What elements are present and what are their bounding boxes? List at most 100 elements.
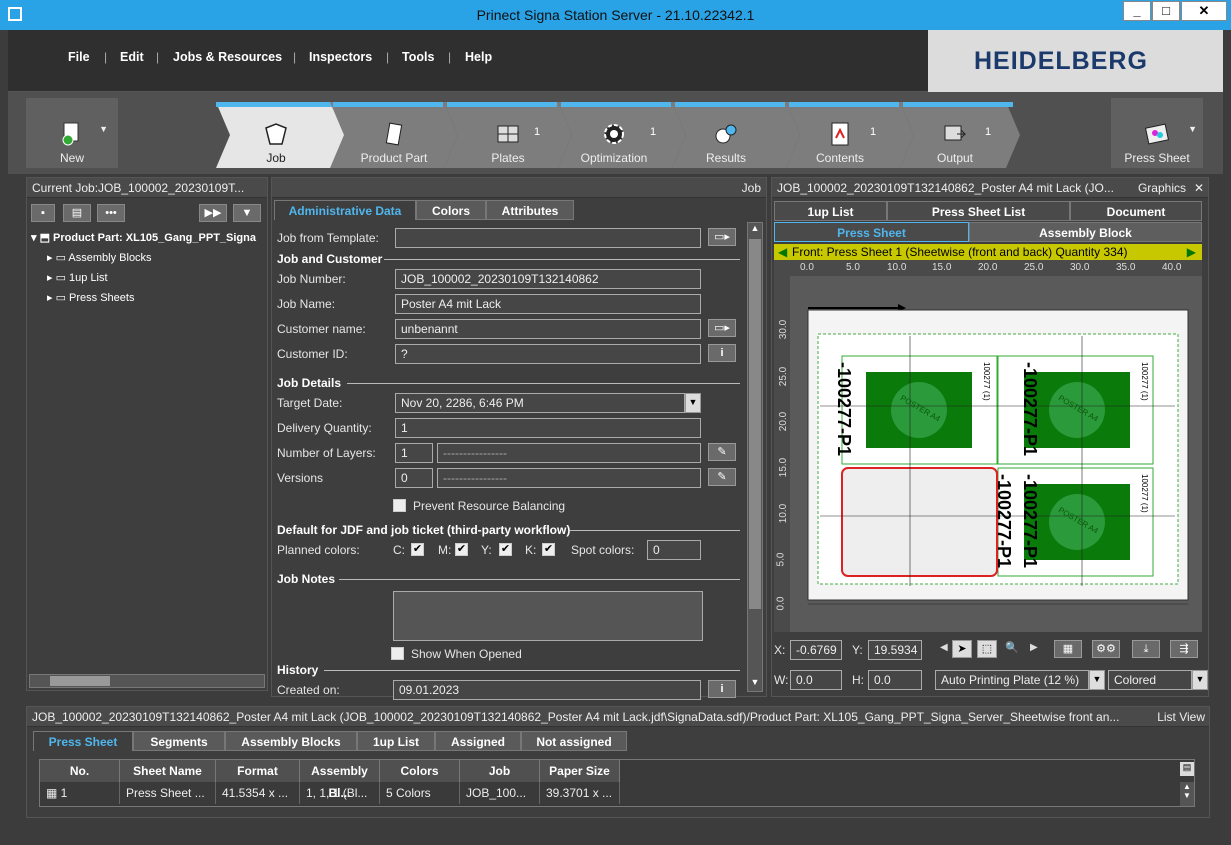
select-box-icon[interactable]: ⬚ — [977, 640, 997, 658]
settings-icon[interactable]: ⚙⚙ — [1092, 640, 1120, 658]
x-coordinate-field[interactable]: -0.6769 — [790, 640, 842, 660]
next-sheet-icon[interactable]: ▶ — [1187, 244, 1196, 260]
black-checkbox[interactable]: ✔ — [542, 543, 555, 556]
tab-assembly-blocks[interactable]: Assembly Blocks — [225, 731, 357, 751]
template-field[interactable] — [395, 228, 701, 248]
printing-plate-select[interactable]: Auto Printing Plate (12 %) — [935, 670, 1089, 690]
tab-colors[interactable]: Colors — [416, 200, 486, 220]
sheet-selector-bar[interactable]: ◀ Front: Press Sheet 1 (Sheetwise (front… — [774, 244, 1202, 260]
fit-view-icon[interactable]: ▦ — [1054, 640, 1082, 658]
color-dropdown-icon[interactable]: ▼ — [1192, 670, 1208, 690]
col-assembly-blocks[interactable]: Assembly Bl... — [300, 760, 380, 800]
job-name-field[interactable]: Poster A4 mit Lack — [395, 294, 701, 314]
customer-browse-icon[interactable]: ▭▸ — [708, 319, 736, 337]
edit-versions-icon[interactable]: ✎ — [708, 468, 736, 486]
cyan-checkbox[interactable]: ✔ — [411, 543, 424, 556]
magenta-checkbox[interactable]: ✔ — [455, 543, 468, 556]
customer-id-field[interactable]: ? — [395, 344, 701, 364]
job-number-field[interactable]: JOB_100002_20230109T132140862 — [395, 269, 701, 289]
sheet-canvas[interactable]: -100277-P1 -100277-P1 -100277-P1 -100277… — [790, 276, 1202, 632]
horizontal-scrollbar[interactable] — [29, 674, 265, 688]
table-row[interactable]: ▦ 1 Press Sheet ... 41.5354 x ... 1, 1, … — [40, 782, 620, 804]
tree-root-product-part[interactable]: ▾ ⬒ Product Part: XL105_Gang_PPT_Signa — [31, 231, 269, 244]
created-on-field[interactable]: 09.01.2023 — [393, 680, 701, 700]
tab-assembly-block[interactable]: Assembly Block — [969, 222, 1202, 242]
tree-item-1up-list[interactable]: ▸ ▭ 1up List — [47, 271, 108, 284]
tree-item-assembly-blocks[interactable]: ▸ ▭ Assembly Blocks — [47, 251, 152, 264]
step-job-label[interactable]: Job — [216, 98, 336, 168]
minimize-button[interactable]: _ — [1123, 1, 1151, 21]
col-paper-size[interactable]: Paper Size — [540, 760, 620, 782]
versions-select[interactable]: ---------------- — [437, 468, 701, 488]
menu-file[interactable]: File — [68, 50, 90, 64]
more-icon[interactable]: ••• — [97, 204, 125, 222]
job-notes-textarea[interactable] — [393, 591, 703, 641]
plate-dropdown-icon[interactable]: ▼ — [1089, 670, 1105, 690]
collapse-icon[interactable]: ▼ — [233, 204, 261, 222]
measure-icon[interactable]: ⤓ — [1132, 640, 1160, 658]
col-sheet-name[interactable]: Sheet Name — [120, 760, 216, 782]
layers-select[interactable]: ---------------- — [437, 443, 701, 463]
print-icon[interactable]: ▤ — [63, 204, 91, 222]
menu-tools[interactable]: Tools — [402, 50, 434, 64]
save-icon[interactable]: ▪ — [31, 204, 55, 222]
layers-field[interactable]: 1 — [395, 443, 433, 463]
table-options-icon[interactable]: ▤ — [1180, 762, 1194, 776]
tab-administrative-data[interactable]: Administrative Data — [274, 200, 416, 220]
vertical-scrollbar[interactable]: ▲ ▼ — [747, 222, 763, 692]
tool-next-icon[interactable]: ▶ — [1030, 642, 1038, 653]
menu-edit[interactable]: Edit — [120, 50, 144, 64]
scroll-down-icon[interactable]: ▼ — [1180, 791, 1194, 800]
yellow-checkbox[interactable]: ✔ — [499, 543, 512, 556]
prev-sheet-icon[interactable]: ◀ — [778, 244, 787, 260]
delivery-quantity-field[interactable]: 1 — [395, 418, 701, 438]
tab-segments[interactable]: Segments — [133, 731, 225, 751]
scroll-up-icon[interactable]: ▲ — [749, 223, 761, 237]
spot-colors-field[interactable]: 0 — [647, 540, 701, 560]
color-mode-select[interactable]: Colored — [1108, 670, 1192, 690]
tab-1up-list[interactable]: 1up List — [774, 201, 887, 221]
col-no[interactable]: No. — [40, 760, 120, 782]
history-info-icon[interactable]: i — [708, 680, 736, 698]
show-when-opened-checkbox[interactable] — [391, 647, 404, 660]
col-job[interactable]: Job — [460, 760, 540, 782]
info-icon[interactable]: i — [708, 344, 736, 362]
height-field[interactable]: 0.0 — [868, 670, 922, 690]
scroll-down-icon[interactable]: ▼ — [749, 677, 761, 691]
zoom-icon[interactable]: 🔍 — [1002, 640, 1022, 658]
customer-name-field[interactable]: unbenannt — [395, 319, 701, 339]
versions-field[interactable]: 0 — [395, 468, 433, 488]
prevent-balancing-checkbox[interactable] — [393, 499, 406, 512]
tab-bottom-press-sheet[interactable]: Press Sheet — [33, 731, 133, 751]
select-arrow-icon[interactable]: ➤ — [952, 640, 972, 658]
tab-1up-list-bottom[interactable]: 1up List — [357, 731, 435, 751]
tab-attributes[interactable]: Attributes — [486, 200, 574, 220]
col-format[interactable]: Format — [216, 760, 300, 782]
table-scrollbar[interactable]: ▲ ▼ — [1180, 782, 1194, 806]
date-dropdown-icon[interactable]: ▼ — [685, 393, 701, 413]
scroll-up-icon[interactable]: ▲ — [1180, 782, 1194, 791]
export-icon[interactable]: ⇶ — [1170, 640, 1198, 658]
close-button[interactable]: ✕ — [1181, 1, 1227, 21]
tab-document[interactable]: Document — [1070, 201, 1202, 221]
tool-prev-icon[interactable]: ◀ — [940, 642, 948, 653]
col-colors[interactable]: Colors — [380, 760, 460, 782]
tree-item-press-sheets[interactable]: ▸ ▭ Press Sheets — [47, 291, 134, 304]
tab-press-sheet-list[interactable]: Press Sheet List — [887, 201, 1070, 221]
menu-jobs-resources[interactable]: Jobs & Resources — [173, 50, 282, 64]
tab-not-assigned[interactable]: Not assigned — [521, 731, 627, 751]
tab-assigned[interactable]: Assigned — [435, 731, 521, 751]
expand-all-icon[interactable]: ▶▶ — [199, 204, 227, 222]
new-button[interactable]: ▼ New — [26, 98, 118, 168]
tab-press-sheet[interactable]: Press Sheet — [774, 222, 969, 242]
press-sheet-button[interactable]: ▼ Press Sheet — [1111, 98, 1203, 168]
target-date-field[interactable]: Nov 20, 2286, 6:46 PM — [395, 393, 685, 413]
y-coordinate-field[interactable]: 19.5934 — [868, 640, 922, 660]
width-field[interactable]: 0.0 — [790, 670, 842, 690]
menu-help[interactable]: Help — [465, 50, 492, 64]
close-panel-icon[interactable]: ✕ — [1194, 178, 1204, 197]
maximize-button[interactable]: □ — [1152, 1, 1180, 21]
menu-inspectors[interactable]: Inspectors — [309, 50, 372, 64]
template-browse-icon[interactable]: ▭▸ — [708, 228, 736, 246]
edit-layers-icon[interactable]: ✎ — [708, 443, 736, 461]
